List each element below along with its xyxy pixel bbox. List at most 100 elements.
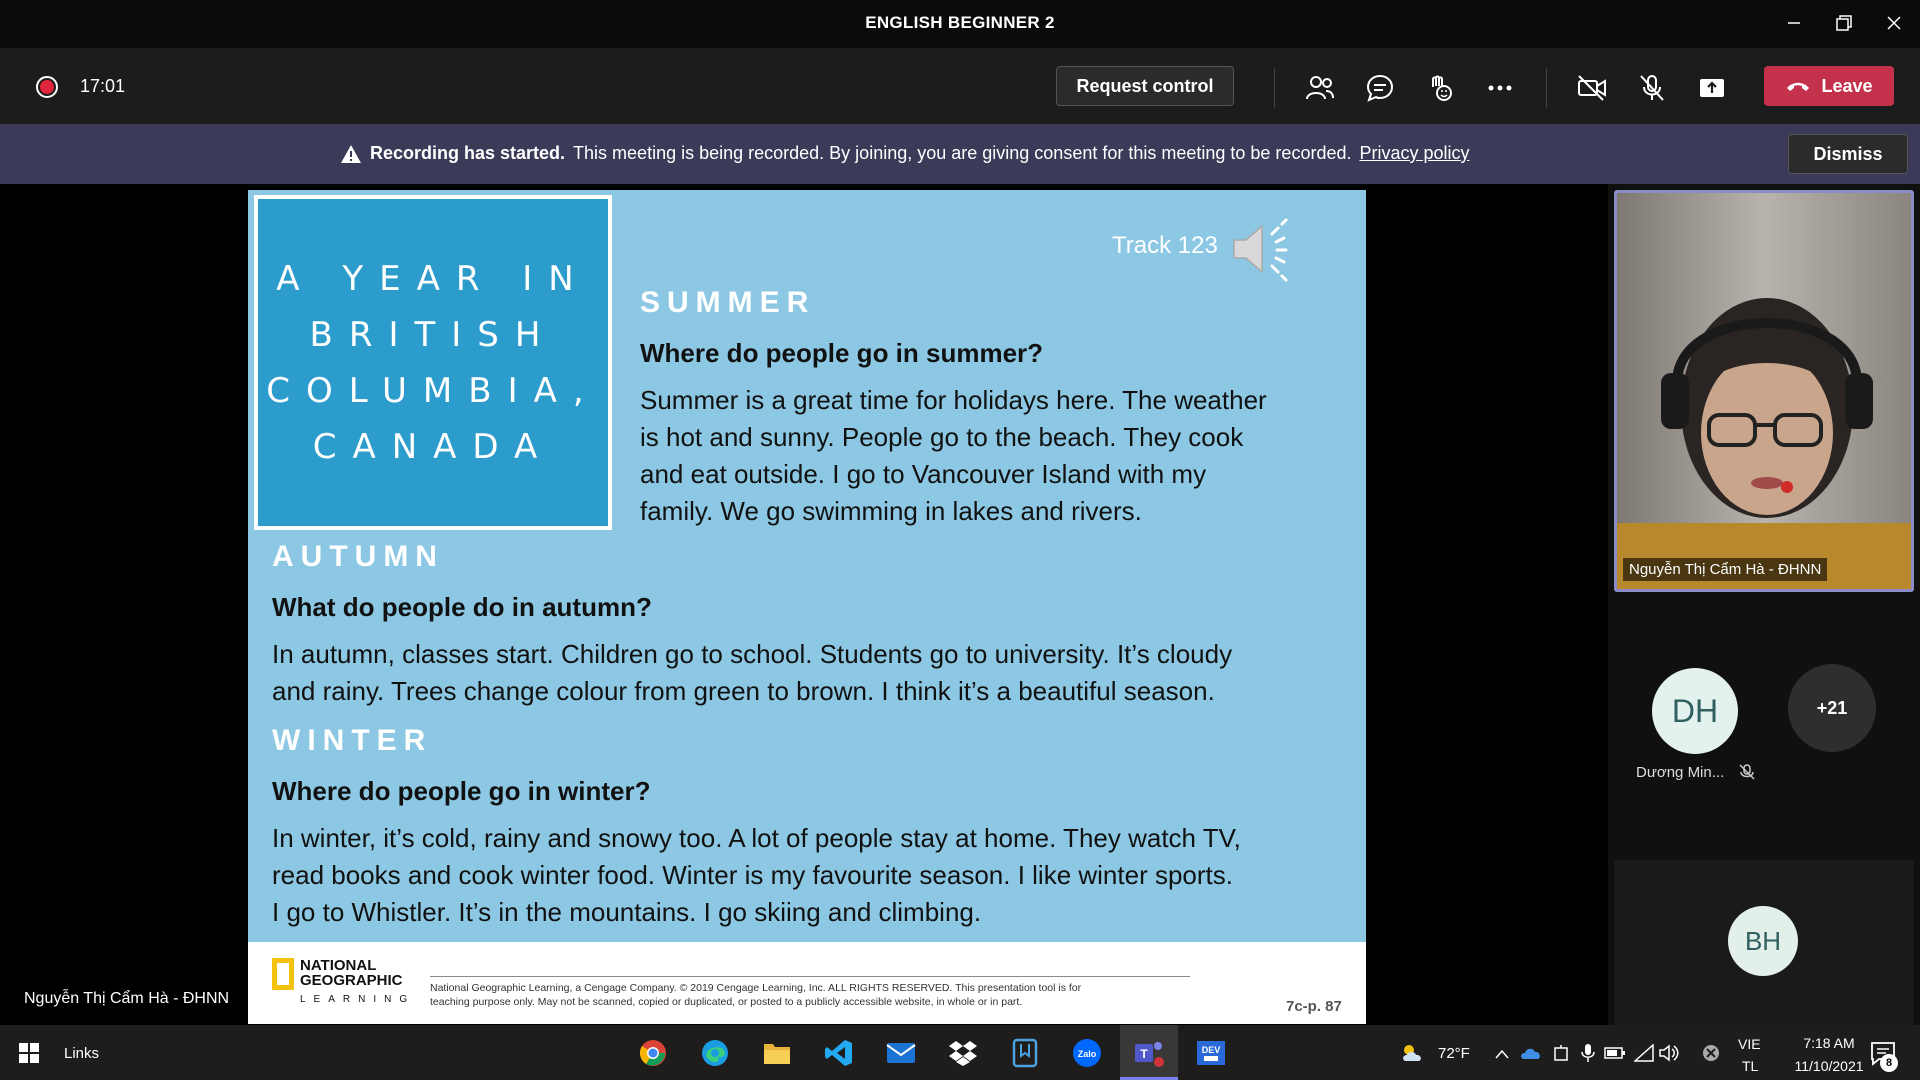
dismiss-button[interactable]: Dismiss bbox=[1788, 134, 1908, 174]
participant-video[interactable]: Nguyễn Thị Cẩm Hà - ĐHNN bbox=[1614, 190, 1914, 592]
logo-text: NATIONAL bbox=[300, 957, 377, 974]
camera-off-icon[interactable] bbox=[1574, 70, 1610, 106]
presenter-name: Nguyễn Thị Cẩm Hà - ĐHNN bbox=[24, 990, 230, 1007]
autumn-line: In autumn, classes start. Children go to… bbox=[272, 639, 1233, 669]
slide-footer: NATIONAL GEOGRAPHIC LEARNING National Ge… bbox=[248, 942, 1366, 1024]
svg-text:T: T bbox=[1140, 1047, 1148, 1061]
leave-label: Leave bbox=[1821, 75, 1873, 96]
winter-line: In winter, it’s cold, rainy and snowy to… bbox=[272, 823, 1241, 853]
summer-line: Summer is a great time for holidays here… bbox=[640, 385, 1267, 415]
chrome-icon[interactable] bbox=[636, 1036, 670, 1070]
summer-line: family. We go swimming in lakes and rive… bbox=[640, 496, 1142, 526]
summer-line: and eat outside. I go to Vancouver Islan… bbox=[640, 459, 1207, 489]
video-participant-name: Nguyễn Thị Cẩm Hà - ĐHNN bbox=[1623, 558, 1828, 581]
mic-off-icon[interactable] bbox=[1634, 70, 1670, 106]
leave-button[interactable]: Leave bbox=[1764, 66, 1894, 106]
recording-title: Recording has started. bbox=[370, 143, 566, 163]
participant-video-feed bbox=[1617, 193, 1911, 589]
summer-paragraph: Summer is a great time for holidays here… bbox=[640, 382, 1267, 530]
summer-line: is hot and sunny. People go to the beach… bbox=[640, 422, 1244, 452]
request-control-button[interactable]: Request control bbox=[1056, 66, 1234, 106]
copyright-line: National Geographic Learning, a Cengage … bbox=[430, 982, 1082, 994]
device-icon[interactable] bbox=[1552, 1044, 1570, 1064]
reactions-icon[interactable] bbox=[1422, 70, 1458, 106]
volume-icon[interactable] bbox=[1658, 1044, 1680, 1062]
speaker-icon[interactable] bbox=[1228, 214, 1308, 284]
chat-icon[interactable] bbox=[1362, 70, 1398, 106]
battery-icon[interactable] bbox=[1604, 1046, 1626, 1060]
svg-text:Zalo: Zalo bbox=[1078, 1049, 1097, 1059]
restore-icon[interactable] bbox=[1824, 8, 1864, 38]
autumn-heading: AUTUMN bbox=[272, 540, 444, 573]
slide-title-line: COLUMBIA, bbox=[266, 370, 600, 411]
warning-icon bbox=[341, 144, 361, 163]
privacy-policy-link[interactable]: Privacy policy bbox=[1359, 143, 1469, 164]
file-explorer-icon[interactable] bbox=[760, 1036, 794, 1070]
svg-text:DEV: DEV bbox=[1202, 1045, 1221, 1055]
notification-count-badge: 8 bbox=[1880, 1054, 1898, 1072]
clock-time[interactable]: 7:18 AM bbox=[1784, 1035, 1874, 1051]
logo-text: LEARNING bbox=[300, 994, 416, 1005]
meeting-toolbar bbox=[0, 48, 1920, 124]
autumn-question: What do people do in autumn? bbox=[272, 592, 652, 622]
mail-icon[interactable] bbox=[884, 1036, 918, 1070]
slide-title-line: A YEAR IN bbox=[276, 258, 590, 299]
winter-question: Where do people go in winter? bbox=[272, 776, 651, 806]
slide-title-box: A YEAR IN BRITISH COLUMBIA, CANADA bbox=[254, 195, 612, 530]
participant-avatar[interactable]: DH bbox=[1652, 668, 1738, 754]
slide-title-line: BRITISH bbox=[309, 314, 557, 355]
window-title: ENGLISH BEGINNER 2 bbox=[865, 13, 1055, 32]
zalo-icon[interactable]: Zalo bbox=[1070, 1036, 1104, 1070]
windows-start-icon[interactable] bbox=[12, 1036, 46, 1070]
vscode-icon[interactable] bbox=[822, 1036, 856, 1070]
winter-paragraph: In winter, it’s cold, rainy and snowy to… bbox=[272, 820, 1241, 931]
slide-title-line: CANADA bbox=[312, 426, 554, 467]
more-participants-button[interactable]: +21 bbox=[1788, 664, 1876, 752]
logo-text: GEOGRAPHIC bbox=[300, 972, 403, 989]
devtools-icon[interactable]: DEV bbox=[1194, 1036, 1228, 1070]
share-screen-icon[interactable] bbox=[1694, 70, 1730, 106]
national-geographic-logo: NATIONAL GEOGRAPHIC LEARNING bbox=[272, 958, 415, 1005]
summer-question: Where do people go in summer? bbox=[640, 338, 1044, 368]
mic-off-icon bbox=[1739, 764, 1755, 780]
weather-icon[interactable] bbox=[1396, 1036, 1430, 1070]
copyright-line: teaching purpose only. May not be scanne… bbox=[430, 996, 1023, 1008]
recording-icon bbox=[36, 76, 58, 98]
toolbar-divider bbox=[1274, 68, 1275, 108]
dismiss-circle-icon[interactable] bbox=[1702, 1044, 1720, 1062]
microphone-icon[interactable] bbox=[1580, 1043, 1596, 1063]
winter-line: read books and cook winter food. Winter … bbox=[272, 860, 1233, 890]
edge-icon[interactable] bbox=[698, 1036, 732, 1070]
dropbox-icon[interactable] bbox=[946, 1036, 980, 1070]
wifi-icon[interactable] bbox=[1634, 1044, 1654, 1062]
summer-heading: SUMMER bbox=[640, 286, 816, 319]
more-actions-icon[interactable] bbox=[1482, 70, 1518, 106]
copyright-notice: National Geographic Learning, a Cengage … bbox=[430, 976, 1190, 1009]
teams-icon[interactable]: T bbox=[1132, 1036, 1166, 1070]
input-method[interactable]: TL bbox=[1742, 1058, 1758, 1074]
page-reference: 7c-p. 87 bbox=[1286, 998, 1342, 1015]
minimize-icon[interactable] bbox=[1774, 8, 1814, 38]
presentation-slide: A YEAR IN BRITISH COLUMBIA, CANADA Track… bbox=[248, 190, 1366, 1024]
bookmark-app-icon[interactable] bbox=[1008, 1036, 1042, 1070]
recording-text: This meeting is being recorded. By joini… bbox=[573, 143, 1352, 163]
onedrive-icon[interactable] bbox=[1520, 1046, 1542, 1060]
yellow-frame-icon bbox=[272, 958, 294, 990]
title-bar: ENGLISH BEGINNER 2 bbox=[0, 0, 1920, 48]
participant-name: Dương Min... bbox=[1636, 764, 1725, 781]
phone-hangup-icon bbox=[1787, 82, 1810, 91]
recording-banner: Recording has started. This meeting is b… bbox=[0, 124, 1920, 184]
autumn-paragraph: In autumn, classes start. Children go to… bbox=[272, 636, 1232, 710]
winter-line: I go to Whistler. It’s in the mountains.… bbox=[272, 897, 982, 927]
participant-avatar[interactable]: BH bbox=[1728, 906, 1798, 976]
participants-icon[interactable] bbox=[1302, 70, 1338, 106]
links-toolbar[interactable]: Links bbox=[64, 1045, 99, 1062]
chevron-up-icon[interactable] bbox=[1494, 1048, 1510, 1060]
toolbar-divider bbox=[1546, 68, 1547, 108]
weather-temperature: 72°F bbox=[1438, 1045, 1470, 1062]
winter-heading: WINTER bbox=[272, 724, 433, 757]
autumn-line: and rainy. Trees change colour from gree… bbox=[272, 676, 1215, 706]
meeting-timer: 17:01 bbox=[80, 76, 126, 96]
close-icon[interactable] bbox=[1874, 8, 1914, 38]
input-language[interactable]: VIE bbox=[1738, 1036, 1761, 1052]
